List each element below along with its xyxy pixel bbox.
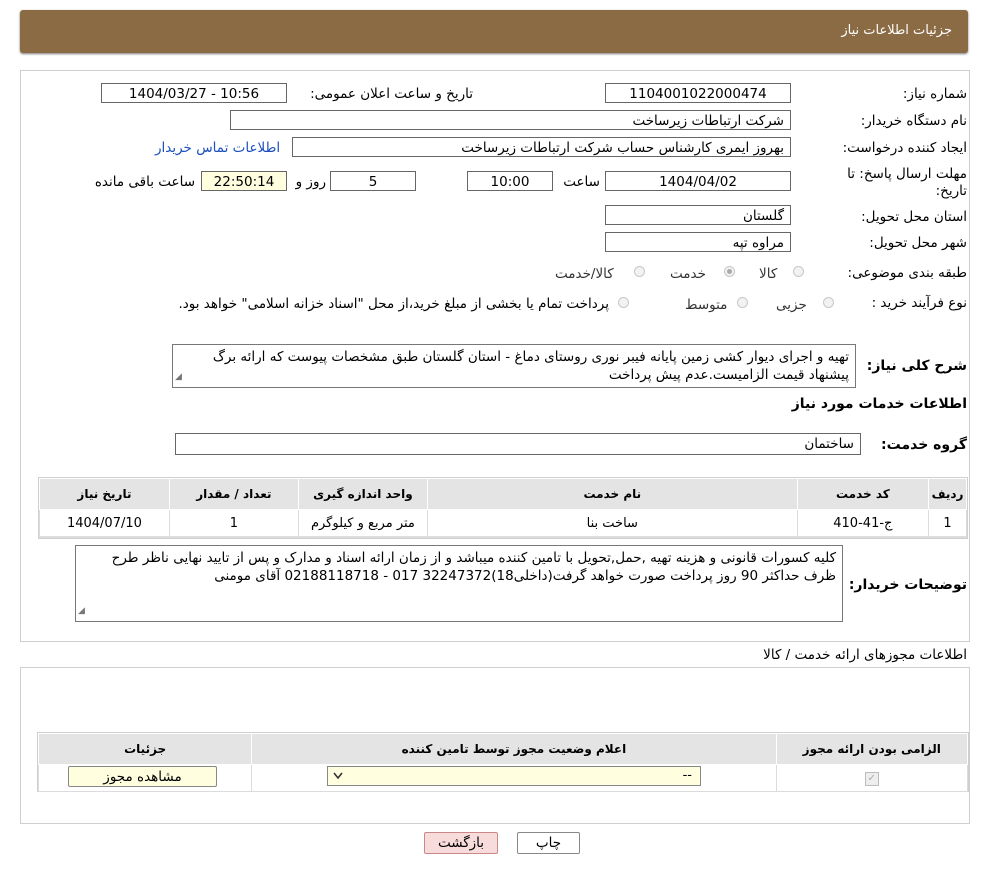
category-option-goods: کالا: [759, 266, 778, 282]
col-row: ردیف: [928, 478, 967, 510]
process-option-medium: متوسط: [685, 297, 728, 313]
deadline-label-date: تاریخ:: [935, 183, 967, 199]
need-number-label: شماره نیاز:: [902, 86, 967, 102]
days-label: روز و: [295, 174, 326, 190]
service-group-label: گروه خدمت:: [881, 437, 967, 453]
buyer-org-field: شرکت ارتباطات زیرساخت: [230, 110, 791, 130]
category-radio-service[interactable]: [724, 266, 735, 277]
cell-permit-required: ✓: [775, 764, 968, 792]
remaining-time-field: 22:50:14: [201, 171, 287, 191]
col-need-date: تاریخ نیاز: [39, 478, 170, 510]
process-option-minor: جزیی: [776, 297, 807, 313]
process-radio-medium[interactable]: [737, 297, 748, 308]
service-group-field: ساختمان: [175, 433, 861, 455]
days-field: 5: [330, 171, 416, 191]
buyer-org-label: نام دستگاه خریدار:: [860, 113, 967, 129]
buyer-notes-text: کلیه کسورات قانونی و هزینه تهیه ,حمل,تحو…: [111, 550, 836, 584]
process-label: نوع فرآیند خرید :: [871, 295, 967, 311]
table-row: 1 ج-41-410 ساخت بنا متر مربع و کیلوگرم 1…: [39, 509, 967, 537]
col-unit: واحد اندازه گیری: [297, 478, 428, 510]
col-permit-required: الزامی بودن ارائه مجوز: [775, 733, 968, 765]
process-radio-minor[interactable]: [823, 297, 834, 308]
page-title: جزئیات اطلاعات نیاز: [841, 23, 952, 38]
province-label: استان محل تحویل:: [861, 209, 967, 225]
category-radio-goods[interactable]: [793, 266, 804, 277]
col-service-code: کد خدمت: [796, 478, 930, 510]
cell-row: 1: [928, 509, 967, 537]
resize-grip-icon: ◢: [78, 606, 85, 616]
category-radio-goods-service[interactable]: [634, 266, 645, 277]
deadline-time-field: 10:00: [467, 171, 553, 191]
remaining-time-label: ساعت باقی مانده: [94, 174, 195, 190]
category-label: طبقه بندی موضوعی:: [847, 265, 967, 281]
col-permit-status: اعلام وضعیت مجوز توسط تامین کننده: [251, 733, 777, 765]
process-radio-treasury[interactable]: [618, 297, 629, 308]
permit-status-select[interactable]: --: [327, 766, 701, 786]
city-label: شهر محل تحویل:: [869, 235, 967, 251]
col-permit-details: جزئیات: [37, 733, 253, 765]
cell-service-code: ج-41-410: [796, 509, 930, 537]
description-text: تهیه و اجرای دیوار کشی زمین پایانه فیبر …: [212, 349, 849, 383]
province-field: گلستان: [605, 205, 791, 225]
col-service-name: نام خدمت: [426, 478, 798, 510]
deadline-date-field: 1404/04/02: [605, 171, 791, 191]
cell-quantity: 1: [168, 509, 299, 537]
permit-required-checkbox[interactable]: ✓: [864, 772, 879, 786]
back-button[interactable]: بازگشت: [424, 832, 498, 854]
creator-field: بهروز ایمری کارشناس حساب شرکت ارتباطات ز…: [292, 137, 791, 157]
announce-date-label: تاریخ و ساعت اعلان عمومی:: [310, 86, 473, 102]
category-option-service: خدمت: [670, 266, 706, 282]
chevron-down-icon: [333, 772, 343, 780]
cell-need-date: 1404/07/10: [39, 509, 170, 537]
permits-section-title: اطلاعات مجوزهای ارائه خدمت / کالا: [763, 647, 967, 663]
category-option-goods-service: کالا/خدمت: [555, 266, 614, 282]
description-label: شرح کلی نیاز:: [866, 358, 967, 374]
buyer-notes-label: توضیحات خریدار:: [848, 577, 967, 593]
print-button[interactable]: چاپ: [517, 832, 580, 854]
cell-unit: متر مربع و کیلوگرم: [297, 509, 428, 537]
city-field: مراوه تپه: [605, 232, 791, 252]
announce-date-field: 1404/03/27 - 10:56: [101, 83, 287, 103]
cell-service-name: ساخت بنا: [426, 509, 798, 537]
col-quantity: تعداد / مقدار: [168, 478, 299, 510]
services-section-title: اطلاعات خدمات مورد نیاز: [791, 396, 967, 412]
resize-grip-icon: ◢: [175, 372, 182, 382]
view-permit-button[interactable]: مشاهده مجوز: [68, 766, 217, 787]
buyer-notes-textarea[interactable]: کلیه کسورات قانونی و هزینه تهیه ,حمل,تحو…: [75, 545, 843, 622]
process-treasury-note: پرداخت تمام یا بخشی از مبلغ خرید،از محل …: [178, 296, 609, 312]
permit-status-selected: --: [682, 768, 692, 783]
creator-label: ایجاد کننده درخواست:: [842, 140, 967, 156]
description-textarea[interactable]: تهیه و اجرای دیوار کشی زمین پایانه فیبر …: [172, 344, 856, 388]
deadline-time-label: ساعت: [563, 174, 600, 190]
services-table: ردیف کد خدمت نام خدمت واحد اندازه گیری ت…: [39, 478, 967, 537]
buyer-contact-link[interactable]: اطلاعات تماس خریدار: [155, 140, 280, 156]
deadline-label: مهلت ارسال پاسخ: تا: [847, 166, 967, 182]
page-header: جزئیات اطلاعات نیاز: [20, 10, 968, 53]
need-number-field: 1104001022000474: [605, 83, 791, 103]
